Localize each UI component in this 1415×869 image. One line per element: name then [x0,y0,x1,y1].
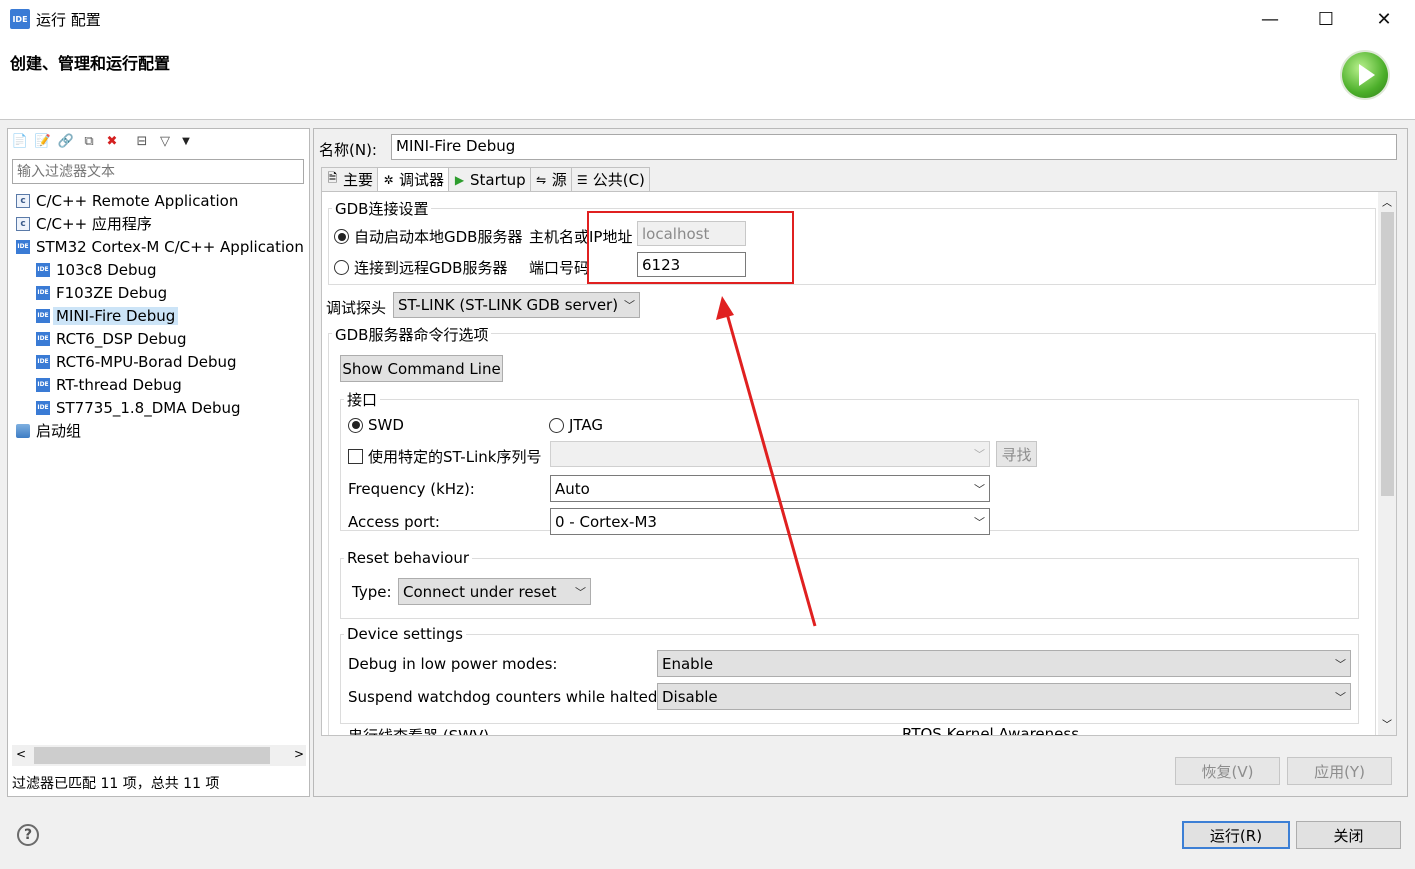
help-icon[interactable]: ? [17,824,39,846]
annotation-arrow [716,296,817,627]
arrow-shaft [724,309,817,627]
arrow-head [716,296,734,320]
run-button[interactable]: 运行(R) [1182,821,1290,849]
close-button[interactable]: 关闭 [1296,821,1401,849]
